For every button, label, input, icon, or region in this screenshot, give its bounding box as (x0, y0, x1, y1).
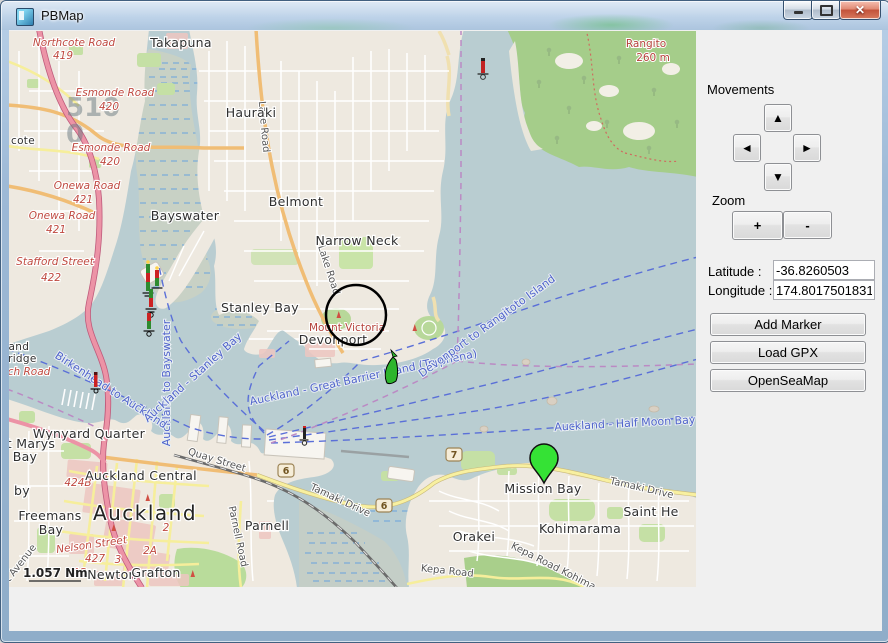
label-427: 427 (85, 553, 105, 565)
label-ponsonby-frag: by (14, 483, 30, 498)
label-saint-heliers-frag: Saint He (623, 504, 678, 519)
label-freemans: Freemans (18, 508, 81, 523)
label-421b: 421 (46, 224, 66, 236)
label-st-marys-bay: Bay (13, 449, 38, 464)
up-arrow-icon: ▲ (772, 111, 784, 125)
svg-text:6: 6 (381, 501, 388, 512)
label-northcote-road: Northcote Road (33, 37, 116, 49)
window-title: PBMap (41, 8, 84, 23)
titlebar[interactable]: PBMap (1, 1, 888, 30)
map-viewport[interactable]: 510 0 Auckland to Bayswater Birkenhead t… (9, 31, 696, 587)
label-stanley-bay: Stanley Bay (221, 300, 299, 315)
label-420a: 420 (99, 101, 119, 113)
label-onewa-2: Onewa Road (29, 210, 96, 222)
move-left-button[interactable]: ◄ (733, 134, 761, 162)
label-beach-road-frag: ch Road (9, 366, 51, 378)
label-esmonde-1: Esmonde Road (76, 87, 155, 99)
label-421a: 421 (73, 194, 93, 206)
svg-text:6: 6 (283, 466, 290, 477)
map-scale: 1.057 Nm (23, 566, 88, 581)
latitude-input[interactable] (773, 260, 875, 280)
left-arrow-icon: ◄ (741, 141, 753, 155)
label-mission-bay: Mission Bay (504, 481, 582, 496)
label-422: 422 (41, 272, 61, 284)
label-orakei: Orakei (453, 529, 495, 544)
move-right-button[interactable]: ► (793, 134, 821, 162)
longitude-input[interactable] (773, 280, 875, 300)
label-auckland-central: Auckland Central (85, 468, 197, 483)
zoom-label: Zoom (712, 193, 745, 208)
close-icon: ✕ (855, 3, 865, 17)
svg-text:7: 7 (451, 450, 458, 461)
label-auckland: Auckland (93, 501, 197, 525)
label-esmonde-2: Esmonde Road (72, 142, 151, 154)
label-grafton: Grafton (131, 565, 180, 580)
label-rangitoto-elev: 260 m (636, 52, 670, 64)
label-419: 419 (53, 50, 73, 62)
add-marker-button[interactable]: Add Marker (710, 313, 866, 336)
label-newton: Newton (87, 567, 137, 582)
latitude-label: Latitude : (708, 264, 762, 279)
label-freemans-bay: Bay (39, 522, 64, 537)
move-down-button[interactable]: ▼ (764, 163, 792, 191)
label-belmont: Belmont (269, 194, 324, 209)
zoom-in-button[interactable]: + (732, 211, 783, 240)
movements-label: Movements (707, 82, 774, 97)
app-window: PBMap ✕ (0, 0, 888, 643)
label-onewa-1: Onewa Road (54, 180, 121, 192)
label-rangitoto: Rangito (626, 38, 666, 50)
badge-6b: 6 (376, 499, 392, 512)
down-arrow-icon: ▼ (772, 170, 784, 184)
label-bayswater: Bayswater (151, 208, 220, 223)
label-bridge-frag-2: ur Bridge (9, 353, 37, 365)
zoom-out-button[interactable]: - (783, 211, 832, 239)
badge-6a: 6 (278, 464, 294, 477)
app-icon (16, 8, 34, 26)
control-panel: Movements ▲ ◄ ► ▼ Zoom + - Latitude : Lo… (696, 30, 882, 631)
minimize-button[interactable] (783, 1, 813, 20)
label-420b: 420 (100, 156, 120, 168)
openseamap-button[interactable]: OpenSeaMap (710, 369, 866, 392)
minimize-icon (794, 11, 803, 14)
label-northcote-frag: cote (11, 135, 35, 147)
badge-7: 7 (446, 448, 462, 461)
longitude-label: Longitude : (708, 283, 772, 298)
label-hauraki: Hauraki (226, 105, 277, 120)
label-ref3: 3 (115, 554, 122, 566)
map-canvas[interactable]: 510 0 Auckland to Bayswater Birkenhead t… (9, 31, 696, 587)
label-ref2a: 2A (143, 545, 157, 557)
maximize-button[interactable] (811, 1, 841, 20)
label-takapuna: Takapuna (149, 35, 212, 50)
right-arrow-icon: ► (801, 141, 813, 155)
label-parnell: Parnell (245, 518, 289, 533)
label-narrow-neck: Narrow Neck (315, 233, 399, 248)
maximize-icon (820, 5, 833, 16)
label-kohimarama: Kohimarama (539, 521, 621, 536)
load-gpx-button[interactable]: Load GPX (710, 341, 866, 364)
label-bridge-frag-1: ckland (9, 341, 29, 353)
move-up-button[interactable]: ▲ (764, 104, 792, 132)
close-button[interactable]: ✕ (839, 1, 881, 20)
scale-label: 1.057 Nm (23, 566, 88, 580)
client-area: 510 0 Auckland to Bayswater Birkenhead t… (9, 30, 882, 631)
label-stafford: Stafford Street (16, 256, 95, 268)
